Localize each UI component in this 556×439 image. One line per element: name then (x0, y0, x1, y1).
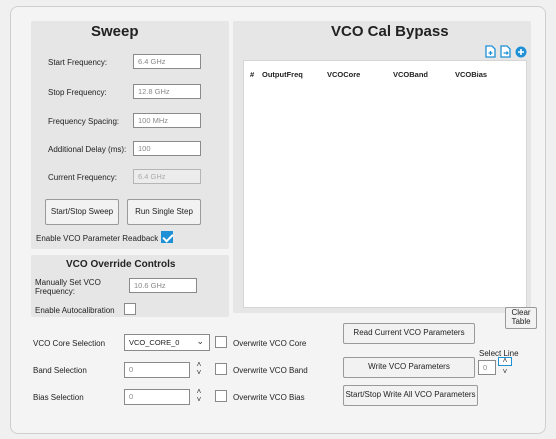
bias-spin-buttons[interactable]: ˄ ˅ (194, 388, 204, 404)
select-line-field[interactable]: 0 (478, 360, 496, 375)
frequency-spacing-field[interactable]: 100 MHz (133, 113, 201, 128)
column-header-vcoband: VCOBand (393, 70, 429, 79)
column-header-vcobias: VCOBias (455, 70, 488, 79)
bypass-title: VCO Cal Bypass (331, 23, 449, 40)
core-selection-dropdown[interactable]: VCO_CORE_0 ⌄ (124, 334, 210, 351)
override-title: VCO Override Controls (66, 259, 176, 270)
band-spin-buttons[interactable]: ˄ ˅ (194, 361, 204, 377)
write-vco-parameters-button[interactable]: Write VCO Parameters (343, 357, 475, 378)
overwrite-core-label: Overwrite VCO Core (233, 339, 307, 348)
core-selection-label: VCO Core Selection (33, 339, 106, 348)
overwrite-band-checkbox[interactable] (215, 363, 227, 375)
sweep-title: Sweep (91, 23, 139, 40)
overwrite-bias-checkbox[interactable] (215, 390, 227, 402)
band-selection-label: Band Selection (33, 366, 87, 375)
manual-frequency-label-line2: Frequency: (35, 287, 76, 296)
frequency-spacing-label: Frequency Spacing: (48, 117, 120, 126)
bias-selection-label: Bias Selection (33, 393, 84, 402)
add-circle-icon[interactable] (515, 46, 527, 58)
stop-frequency-field[interactable]: 12.8 GHz (133, 84, 201, 99)
manual-frequency-field[interactable]: 10.6 GHz (129, 278, 197, 293)
band-selection-field[interactable]: 0 (124, 362, 190, 378)
start-frequency-field[interactable]: 6.4 GHz (133, 54, 201, 69)
chevron-down-icon: ⌄ (196, 336, 204, 346)
read-vco-parameters-button[interactable]: Read Current VCO Parameters (343, 323, 475, 344)
run-single-step-button[interactable]: Run Single Step (127, 199, 201, 225)
start-frequency-label: Start Frequency: (48, 58, 108, 67)
add-file-icon[interactable] (485, 45, 497, 58)
overwrite-bias-label: Overwrite VCO Bias (233, 393, 305, 402)
start-stop-write-all-button[interactable]: Start/Stop Write All VCO Parameters (343, 385, 478, 406)
start-stop-sweep-button[interactable]: Start/Stop Sweep (45, 199, 119, 225)
column-header-vcocore: VCOCore (327, 70, 361, 79)
clear-table-label-line2: Table (511, 317, 531, 326)
stop-frequency-label: Stop Frequency: (48, 88, 107, 97)
export-file-icon[interactable] (500, 45, 512, 58)
readback-checkbox[interactable] (161, 231, 173, 243)
select-line-down-button[interactable]: ˅ (498, 368, 512, 377)
additional-delay-label: Additional Delay (ms): (48, 145, 127, 154)
vco-parameters-table[interactable]: # OutputFreq VCOCore VCOBand VCOBias (243, 60, 527, 308)
overwrite-core-checkbox[interactable] (215, 336, 227, 348)
app-window: Sweep Start Frequency: 6.4 GHz Stop Freq… (10, 6, 546, 434)
manual-frequency-label-line1: Manually Set VCO (35, 278, 101, 287)
column-header-outputfreq: OutputFreq (262, 70, 303, 79)
core-selection-value: VCO_CORE_0 (129, 338, 180, 347)
clear-table-button[interactable]: Clear Table (505, 307, 537, 329)
readback-label: Enable VCO Parameter Readback (36, 234, 159, 243)
additional-delay-field[interactable]: 100 (133, 141, 201, 156)
select-line-up-button[interactable]: ˄ (498, 357, 512, 366)
bias-selection-field[interactable]: 0 (124, 389, 190, 405)
current-frequency-label: Current Frequency: (48, 173, 117, 182)
column-header-index: # (250, 70, 255, 79)
autocalibration-checkbox[interactable] (124, 303, 136, 315)
current-frequency-field: 6.4 GHz (133, 169, 201, 184)
overwrite-band-label: Overwrite VCO Band (233, 366, 308, 375)
autocalibration-label: Enable Autocalibration (35, 306, 115, 315)
